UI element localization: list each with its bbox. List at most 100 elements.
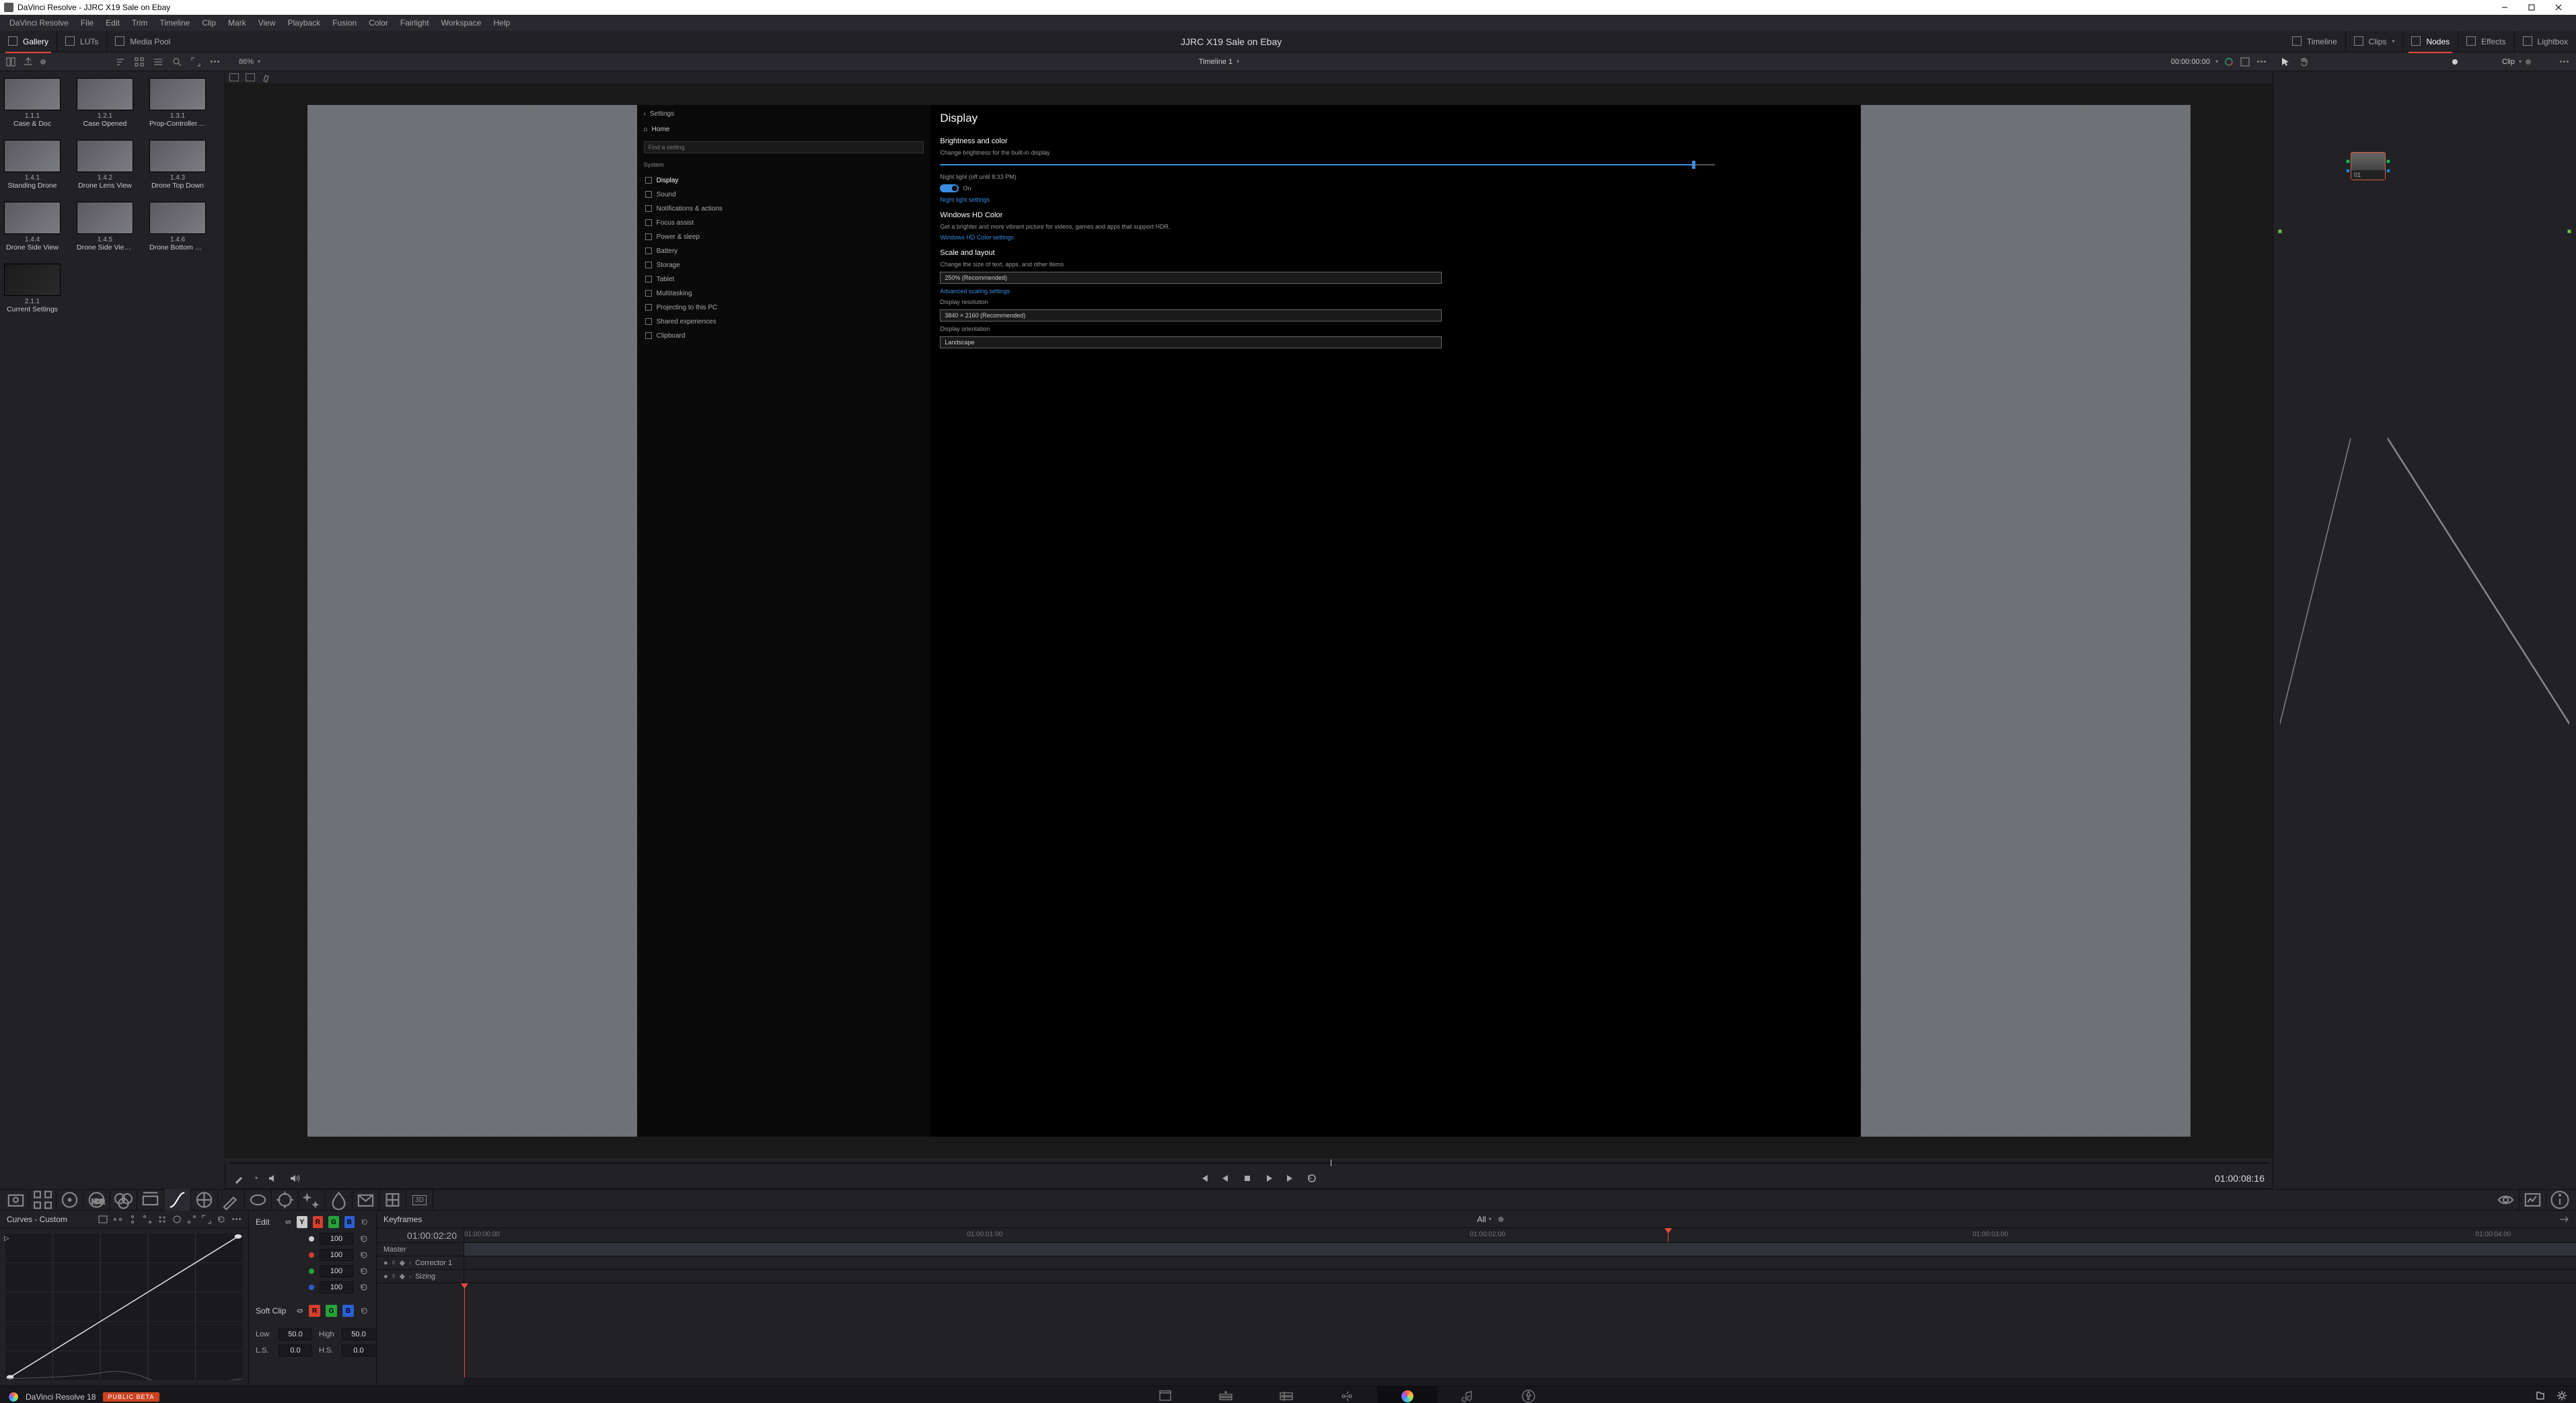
- menu-clip[interactable]: Clip: [196, 18, 221, 28]
- channel-reset-icon[interactable]: [359, 1250, 369, 1260]
- color-match-icon[interactable]: [30, 1189, 57, 1211]
- menu-view[interactable]: View: [253, 18, 281, 28]
- expand-icon[interactable]: [190, 56, 201, 67]
- curves-mode-icon[interactable]: [98, 1214, 108, 1225]
- channel-intensity-value[interactable]: 100: [320, 1281, 353, 1293]
- node-output-dot[interactable]: [2567, 229, 2571, 233]
- camera-raw-icon[interactable]: [3, 1189, 30, 1211]
- edit-reset-icon[interactable]: [360, 1217, 369, 1227]
- channel-reset-icon[interactable]: [359, 1266, 369, 1277]
- minimize-button[interactable]: [2491, 0, 2518, 15]
- curves-dots-1-icon[interactable]: [112, 1214, 123, 1225]
- gallery-still[interactable]: 1.2.1Case Opened: [77, 78, 133, 128]
- project-settings-icon[interactable]: [2556, 1390, 2568, 1403]
- list-view-icon[interactable]: [153, 56, 163, 67]
- effects-button[interactable]: Effects: [2458, 31, 2514, 52]
- first-frame-button[interactable]: [1198, 1172, 1210, 1184]
- split-screen-icon[interactable]: [246, 73, 255, 81]
- hs-value[interactable]: 0.0: [342, 1344, 375, 1357]
- low-value[interactable]: 50.0: [279, 1328, 312, 1340]
- tracker-icon[interactable]: [272, 1189, 299, 1211]
- menu-davinci-resolve[interactable]: DaVinci Resolve: [4, 18, 74, 28]
- menu-timeline[interactable]: Timeline: [154, 18, 195, 28]
- gallery-still[interactable]: 2.1.1Current Settings: [4, 264, 61, 313]
- stills-view-icon[interactable]: [5, 56, 16, 67]
- softclip-b-button[interactable]: B: [342, 1305, 354, 1317]
- edit-link-icon[interactable]: [285, 1218, 291, 1226]
- node-source-dot[interactable]: [2278, 229, 2282, 233]
- viewer-timecode[interactable]: 00:00:00:00: [2171, 58, 2210, 66]
- blur-icon[interactable]: [326, 1189, 353, 1211]
- media-pool-button[interactable]: Media Pool: [107, 31, 178, 52]
- loop-button[interactable]: [1306, 1172, 1318, 1184]
- resolve-logo-icon[interactable]: [8, 1392, 19, 1402]
- info-icon[interactable]: [2546, 1189, 2573, 1211]
- menu-fairlight[interactable]: Fairlight: [395, 18, 435, 28]
- timeline-button[interactable]: Timeline: [2284, 31, 2346, 52]
- node-more-icon[interactable]: [2559, 56, 2569, 67]
- ls-value[interactable]: 0.0: [279, 1344, 312, 1357]
- transport-timecode[interactable]: 01:00:08:16: [2215, 1173, 2265, 1184]
- motion-effects-icon[interactable]: [137, 1189, 164, 1211]
- channel-b-button[interactable]: B: [344, 1216, 355, 1228]
- media-page-tab[interactable]: [1135, 1386, 1195, 1403]
- lightbox-button[interactable]: Lightbox: [2515, 31, 2576, 52]
- gallery-still[interactable]: 1.4.6Drone Bottom View: [149, 202, 206, 252]
- maximize-button[interactable]: [2518, 0, 2545, 15]
- curves-expand-icon[interactable]: [201, 1214, 212, 1225]
- magic-mask-icon[interactable]: [299, 1189, 326, 1211]
- pointer-tool-icon[interactable]: [2280, 56, 2291, 67]
- step-back-button[interactable]: [1220, 1172, 1232, 1184]
- channel-intensity-value[interactable]: 100: [320, 1233, 353, 1245]
- keyframes-all-dropdown[interactable]: All▾: [1477, 1215, 1492, 1224]
- grid-view-icon[interactable]: [134, 56, 145, 67]
- fusion-page-tab[interactable]: [1317, 1386, 1377, 1403]
- menu-file[interactable]: File: [75, 18, 99, 28]
- curves-dots-2-icon[interactable]: [127, 1214, 138, 1225]
- stop-button[interactable]: [1241, 1172, 1253, 1184]
- gallery-still[interactable]: 1.4.1Standing Drone: [4, 140, 61, 190]
- gallery-still[interactable]: 1.4.3Drone Top Down: [149, 140, 206, 190]
- color-page-tab[interactable]: [1377, 1386, 1438, 1403]
- timeline-dropdown[interactable]: Timeline 1▾: [274, 58, 2164, 66]
- viewer-scrub-bar[interactable]: [225, 1158, 2273, 1168]
- color-warper-icon[interactable]: [191, 1189, 218, 1211]
- kf-area[interactable]: [377, 1283, 2576, 1386]
- softclip-reset-icon[interactable]: [359, 1305, 369, 1316]
- kf-track[interactable]: Master: [377, 1243, 2576, 1256]
- play-button[interactable]: [1263, 1172, 1275, 1184]
- menu-playback[interactable]: Playback: [282, 18, 326, 28]
- channel-intensity-value[interactable]: 100: [320, 1265, 353, 1277]
- gallery-still[interactable]: 1.3.1Prop-Controller-Dr...: [149, 78, 206, 128]
- kf-track[interactable]: ●⬨◆›Corrector 1: [377, 1256, 2576, 1270]
- channel-intensity-value[interactable]: 100: [320, 1249, 353, 1261]
- curves-dots-6-icon[interactable]: [186, 1214, 197, 1225]
- curves-more-icon[interactable]: [231, 1214, 242, 1225]
- viewer[interactable]: ‹ Settings ⌂ Home System DisplaySoundNot…: [225, 83, 2273, 1158]
- channel-r-button[interactable]: R: [313, 1216, 324, 1228]
- export-icon[interactable]: [23, 56, 34, 67]
- softclip-link-icon[interactable]: [296, 1307, 303, 1315]
- curves-graph[interactable]: ▷: [5, 1234, 243, 1380]
- curves-dots-4-icon[interactable]: [157, 1214, 168, 1225]
- rgb-mixer-icon[interactable]: [110, 1189, 137, 1211]
- softclip-g-button[interactable]: G: [326, 1305, 337, 1317]
- menu-fusion[interactable]: Fusion: [327, 18, 362, 28]
- sort-icon[interactable]: [115, 56, 126, 67]
- luts-button[interactable]: LUTs: [57, 31, 107, 52]
- mute-icon[interactable]: [267, 1172, 279, 1184]
- curves-icon[interactable]: [164, 1189, 191, 1211]
- nodes-button[interactable]: Nodes: [2403, 31, 2458, 52]
- edit-page-tab[interactable]: [1256, 1386, 1317, 1403]
- kf-ruler[interactable]: 01:00:00:0001:00:01:0001:00:02:0001:00:0…: [464, 1228, 2576, 1242]
- curves-reset-icon[interactable]: [216, 1214, 227, 1225]
- sizing-icon[interactable]: [379, 1189, 406, 1211]
- search-icon[interactable]: [172, 56, 182, 67]
- channel-g-button[interactable]: G: [328, 1216, 339, 1228]
- kf-track[interactable]: ●⬨◆›Sizing: [377, 1270, 2576, 1283]
- key-icon[interactable]: [353, 1189, 379, 1211]
- viewer-more-icon[interactable]: [2256, 56, 2267, 67]
- menu-trim[interactable]: Trim: [126, 18, 153, 28]
- highlight-icon[interactable]: [262, 72, 272, 83]
- kf-track-label[interactable]: ●⬨◆›Sizing: [377, 1270, 464, 1283]
